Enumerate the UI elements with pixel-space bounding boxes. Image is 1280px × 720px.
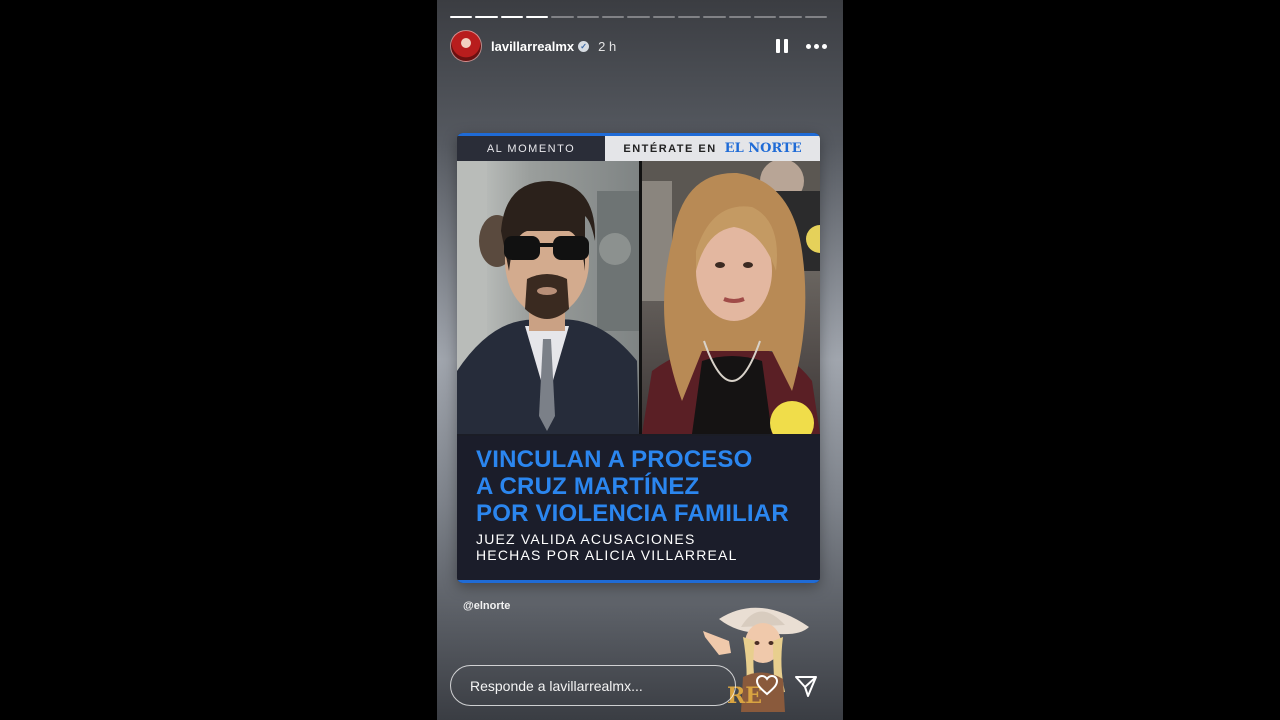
topbar-left-label: AL MOMENTO <box>457 136 605 161</box>
subheadline-line: HECHAS POR ALICIA VILLARREAL <box>476 547 738 563</box>
headline-line: POR VIOLENCIA FAMILIAR <box>476 500 789 527</box>
verified-badge-icon: ✓ <box>578 40 590 52</box>
more-options-icon[interactable] <box>806 43 827 49</box>
news-photos <box>457 161 820 434</box>
brand-logo: EL NORTE <box>724 141 802 156</box>
progress-segment <box>576 16 599 18</box>
progress-segment <box>601 16 625 18</box>
progress-segment <box>627 16 650 18</box>
story-progress-bar <box>450 16 827 18</box>
subheadline-line: JUEZ VALIDA ACUSACIONES <box>476 531 696 547</box>
photo-man-sunglasses <box>457 161 642 434</box>
progress-segment <box>450 16 473 18</box>
headline-line: A CRUZ MARTÍNEZ <box>476 473 700 500</box>
progress-segment <box>779 16 802 18</box>
headline: VINCULAN A PROCESO A CRUZ MARTÍNEZ POR V… <box>476 446 816 527</box>
headline-line: VINCULAN A PROCESO <box>476 446 753 473</box>
topbar-right-label: ENTÉRATE EN <box>623 142 717 155</box>
story-time: 2 h <box>598 38 617 54</box>
avatar[interactable] <box>450 30 482 62</box>
photo-woman <box>642 161 820 434</box>
headline-box: VINCULAN A PROCESO A CRUZ MARTÍNEZ POR V… <box>457 436 820 583</box>
progress-segment <box>652 16 675 18</box>
mention-tag[interactable]: @elnorte <box>463 600 510 612</box>
progress-segment <box>804 16 827 18</box>
progress-segment <box>551 16 574 18</box>
pause-icon[interactable] <box>776 39 788 53</box>
progress-segment <box>677 16 701 18</box>
reply-input[interactable]: Responde a lavillarrealmx... <box>450 665 736 706</box>
subheadline: JUEZ VALIDA ACUSACIONES HECHAS POR ALICI… <box>476 531 738 563</box>
progress-segment <box>703 16 726 18</box>
story-header: lavillarrealmx ✓ 2 h <box>450 30 827 62</box>
username[interactable]: lavillarrealmx <box>491 39 574 54</box>
reply-placeholder: Responde a lavillarrealmx... <box>470 677 643 694</box>
news-card[interactable]: AL MOMENTO ENTÉRATE EN EL NORTE VINCULAN… <box>457 133 820 583</box>
progress-segment <box>525 16 549 18</box>
story-viewer[interactable]: lavillarrealmx ✓ 2 h AL MOMENTO ENTÉRATE… <box>437 0 843 720</box>
progress-segment <box>753 16 777 18</box>
progress-segment <box>728 16 751 18</box>
card-topbar: AL MOMENTO ENTÉRATE EN EL NORTE <box>457 133 820 161</box>
progress-segment <box>475 16 498 18</box>
send-icon[interactable] <box>794 674 818 698</box>
heart-icon[interactable] <box>755 674 779 696</box>
topbar-right: ENTÉRATE EN EL NORTE <box>605 136 820 161</box>
progress-segment <box>500 16 523 18</box>
